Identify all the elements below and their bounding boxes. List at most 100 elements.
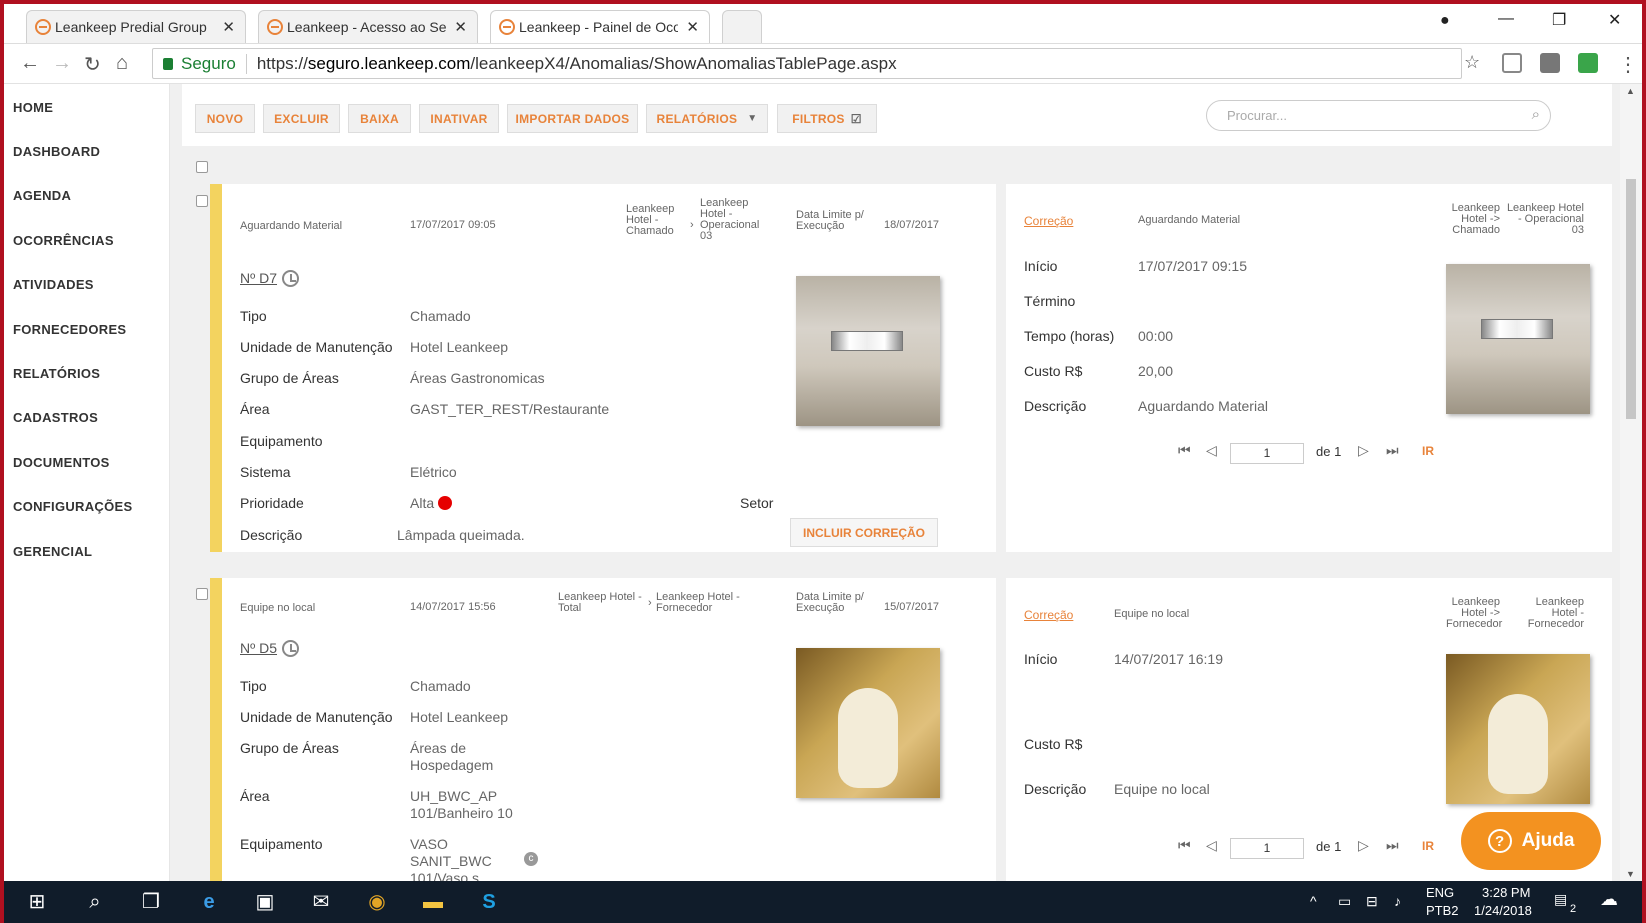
filtros-button[interactable]: FILTROS ☑	[777, 104, 877, 133]
sidebar-item-configuracoes[interactable]: CONFIGURAÇÕES	[13, 499, 132, 514]
tray-chevron-icon[interactable]: ^	[1310, 893, 1317, 909]
record-number-link[interactable]: Nº D5	[240, 640, 277, 656]
menu-icon[interactable]: ⋮	[1618, 52, 1638, 77]
task-view-icon[interactable]: ❐	[138, 889, 164, 915]
unidade-label: Unidade de Manutenção	[240, 709, 393, 725]
last-page-icon[interactable]: ⏭	[1386, 837, 1399, 854]
inativar-button[interactable]: INATIVAR	[419, 104, 499, 133]
volume-icon[interactable]: ♪	[1394, 893, 1401, 909]
url-input[interactable]: Seguro https://seguro.leankeep.com/leank…	[152, 48, 1462, 79]
file-explorer-icon[interactable]: ▬	[420, 889, 446, 915]
select-all-checkbox[interactable]	[196, 161, 208, 173]
browser-tab-2[interactable]: Leankeep - Acesso ao Se ✕	[258, 10, 478, 43]
new-tab-button[interactable]	[722, 10, 762, 43]
sidebar-item-agenda[interactable]: AGENDA	[13, 188, 71, 203]
search-icon[interactable]: ⌕	[1532, 106, 1540, 123]
record-checkbox[interactable]	[196, 588, 208, 600]
network-icon[interactable]: ⊟	[1366, 893, 1378, 910]
tipo-label: Tipo	[240, 308, 267, 324]
scroll-down-icon[interactable]: ▼	[1626, 869, 1635, 879]
reload-icon[interactable]: ↻	[84, 52, 101, 77]
importar-dados-button[interactable]: IMPORTAR DADOS	[507, 104, 638, 133]
correction-status: Equipe no local	[1114, 608, 1190, 620]
baixa-button[interactable]: BAIXA	[348, 104, 411, 133]
correcao-link[interactable]: Correção	[1024, 214, 1073, 228]
sidebar-item-home[interactable]: HOME	[13, 100, 53, 115]
first-page-icon[interactable]: ⏮	[1178, 442, 1191, 459]
deadline-label: Data Limite p/ Execução	[796, 591, 864, 614]
close-icon[interactable]: ✕	[686, 18, 699, 36]
back-icon[interactable]: ←	[20, 52, 40, 75]
sidebar-item-gerencial[interactable]: GERENCIAL	[13, 544, 92, 559]
edge-icon[interactable]: e	[196, 889, 222, 915]
novo-button[interactable]: NOVO	[195, 104, 255, 133]
ajuda-help-button[interactable]: ? Ajuda	[1461, 812, 1601, 870]
clock-time[interactable]: 3:28 PM	[1482, 885, 1530, 900]
extension-icon[interactable]	[1502, 53, 1522, 73]
next-page-icon[interactable]: ▷	[1358, 442, 1369, 459]
ir-button[interactable]: IR	[1422, 839, 1434, 853]
correction-photo-toilet[interactable]	[1446, 654, 1590, 804]
ir-button[interactable]: IR	[1422, 444, 1434, 458]
info-icon[interactable]: c	[524, 852, 538, 866]
store-icon[interactable]: ▣	[252, 889, 278, 915]
bookmark-star-icon[interactable]: ☆	[1464, 52, 1480, 73]
keyboard-layout-label[interactable]: PTB2	[1426, 903, 1459, 918]
correction-photo-lamp[interactable]	[1446, 264, 1590, 414]
scrollbar-thumb[interactable]	[1626, 179, 1636, 419]
notification-count: 2	[1570, 903, 1577, 915]
tipo-label: Tipo	[240, 678, 267, 694]
sidebar-item-ocorrencias[interactable]: OCORRÊNCIAS	[13, 233, 114, 248]
search-icon[interactable]: ⌕	[82, 889, 108, 915]
next-page-icon[interactable]: ▷	[1358, 837, 1369, 854]
page-scrollbar[interactable]: ▲ ▼	[1620, 84, 1642, 881]
mail-icon[interactable]: ✉	[308, 889, 334, 915]
prev-page-icon[interactable]: ◁	[1206, 837, 1217, 854]
browser-tab-1[interactable]: Leankeep Predial Group ✕	[26, 10, 246, 43]
minimize-icon[interactable]: —	[1498, 10, 1514, 28]
notification-icon[interactable]: ▤	[1554, 891, 1567, 908]
correcao-link[interactable]: Correção	[1024, 608, 1073, 622]
windows-start-icon[interactable]: ⊞	[24, 889, 50, 915]
browser-tab-3[interactable]: Leankeep - Painel de Oco ✕	[490, 10, 710, 43]
sidebar-item-fornecedores[interactable]: FORNECEDORES	[13, 322, 126, 337]
leankeep-favicon-icon	[499, 19, 515, 35]
forward-icon[interactable]: →	[52, 52, 72, 75]
profile-icon[interactable]: ●	[1440, 12, 1450, 30]
record-photo-toilet[interactable]	[796, 648, 940, 798]
relatorios-dropdown[interactable]: RELATÓRIOS ▼	[646, 104, 768, 133]
sidebar-item-cadastros[interactable]: CADASTROS	[13, 410, 98, 425]
prioridade-label: Prioridade	[240, 495, 304, 511]
excluir-button[interactable]: EXCLUIR	[263, 104, 340, 133]
search-input[interactable]: Procurar... ⌕	[1206, 100, 1551, 131]
last-page-icon[interactable]: ⏭	[1386, 442, 1399, 459]
sidebar-item-relatorios[interactable]: RELATÓRIOS	[13, 366, 100, 381]
record-number-link[interactable]: Nº D7	[240, 270, 277, 286]
sidebar-item-documentos[interactable]: DOCUMENTOS	[13, 455, 110, 470]
inicio-value: 17/07/2017 09:15	[1138, 258, 1247, 274]
close-icon[interactable]: ✕	[454, 18, 467, 36]
close-window-icon[interactable]: ✕	[1608, 10, 1621, 30]
extension-icon[interactable]	[1540, 53, 1560, 73]
record-status: Equipe no local	[240, 602, 316, 614]
page-input[interactable]: 1	[1230, 443, 1304, 464]
clock-date[interactable]: 1/24/2018	[1474, 903, 1532, 918]
battery-icon[interactable]: ▭	[1338, 893, 1351, 910]
first-page-icon[interactable]: ⏮	[1178, 837, 1191, 854]
incluir-correcao-button[interactable]: INCLUIR CORREÇÃO	[790, 518, 938, 547]
sidebar-item-dashboard[interactable]: DASHBOARD	[13, 144, 100, 159]
maximize-icon[interactable]: ❐	[1552, 10, 1566, 30]
sidebar-item-atividades[interactable]: ATIVIDADES	[13, 277, 94, 292]
onedrive-icon[interactable]: ☁	[1600, 889, 1618, 910]
close-icon[interactable]: ✕	[222, 18, 235, 36]
scroll-up-icon[interactable]: ▲	[1626, 86, 1635, 96]
home-icon[interactable]: ⌂	[116, 52, 128, 75]
language-label[interactable]: ENG	[1426, 885, 1454, 900]
record-checkbox[interactable]	[196, 195, 208, 207]
prev-page-icon[interactable]: ◁	[1206, 442, 1217, 459]
chrome-icon[interactable]: ◉	[364, 889, 390, 915]
skype-icon[interactable]: S	[476, 889, 502, 915]
page-input[interactable]: 1	[1230, 838, 1304, 859]
extension-icon[interactable]	[1578, 53, 1598, 73]
record-photo-lamp[interactable]	[796, 276, 940, 426]
